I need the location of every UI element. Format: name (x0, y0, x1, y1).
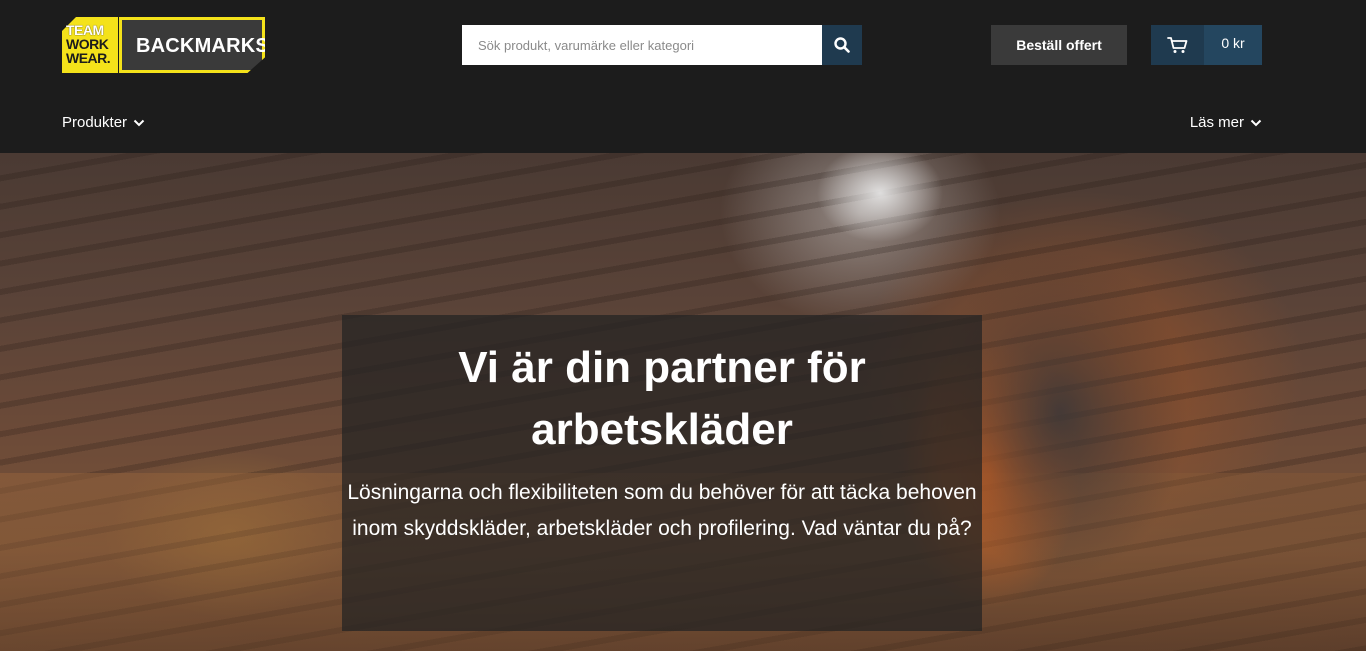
search-bar (462, 25, 862, 65)
nav-products-label: Produkter (62, 114, 128, 131)
logo-text-wear: WEAR. (66, 50, 111, 66)
cart-icon-container (1151, 25, 1204, 65)
nav-read-more-label: Läs mer (1189, 114, 1244, 131)
logo-text-team: TEAM (66, 22, 104, 38)
search-button[interactable] (822, 25, 862, 65)
cart-button[interactable]: 0 kr (1151, 25, 1262, 65)
site-logo[interactable]: TEAM WORK WEAR. BACKMARKS (62, 17, 265, 73)
team-workwear-logo: TEAM WORK WEAR. (62, 17, 118, 73)
hero-description: Lösningarna och flexibiliteten som du be… (347, 481, 977, 540)
search-icon (834, 37, 850, 53)
cart-total: 0 kr (1204, 25, 1262, 65)
backmarks-logo: BACKMARKS (119, 17, 265, 73)
search-input[interactable] (462, 25, 822, 65)
chevron-down-icon (1250, 119, 1262, 126)
logo-text-work: WORK (66, 36, 109, 52)
hero-banner: Vi är din partner för arbetskläder Lösni… (0, 153, 1366, 651)
chevron-down-icon (133, 119, 145, 126)
hero-text-box: Vi är din partner för arbetskläder Lösni… (342, 315, 982, 631)
cart-icon (1166, 37, 1187, 53)
nav-read-more[interactable]: Läs mer (1190, 114, 1262, 131)
main-nav: Produkter Läs mer (0, 88, 1366, 153)
order-quote-button[interactable]: Beställ offert (991, 25, 1127, 65)
hero-title: Vi är din partner för arbetskläder (458, 343, 866, 454)
logo-brand-text: BACKMARKS (136, 35, 269, 57)
top-header: TEAM WORK WEAR. BACKMARKS Beställ offert… (0, 0, 1366, 88)
nav-products[interactable]: Produkter (62, 114, 145, 131)
